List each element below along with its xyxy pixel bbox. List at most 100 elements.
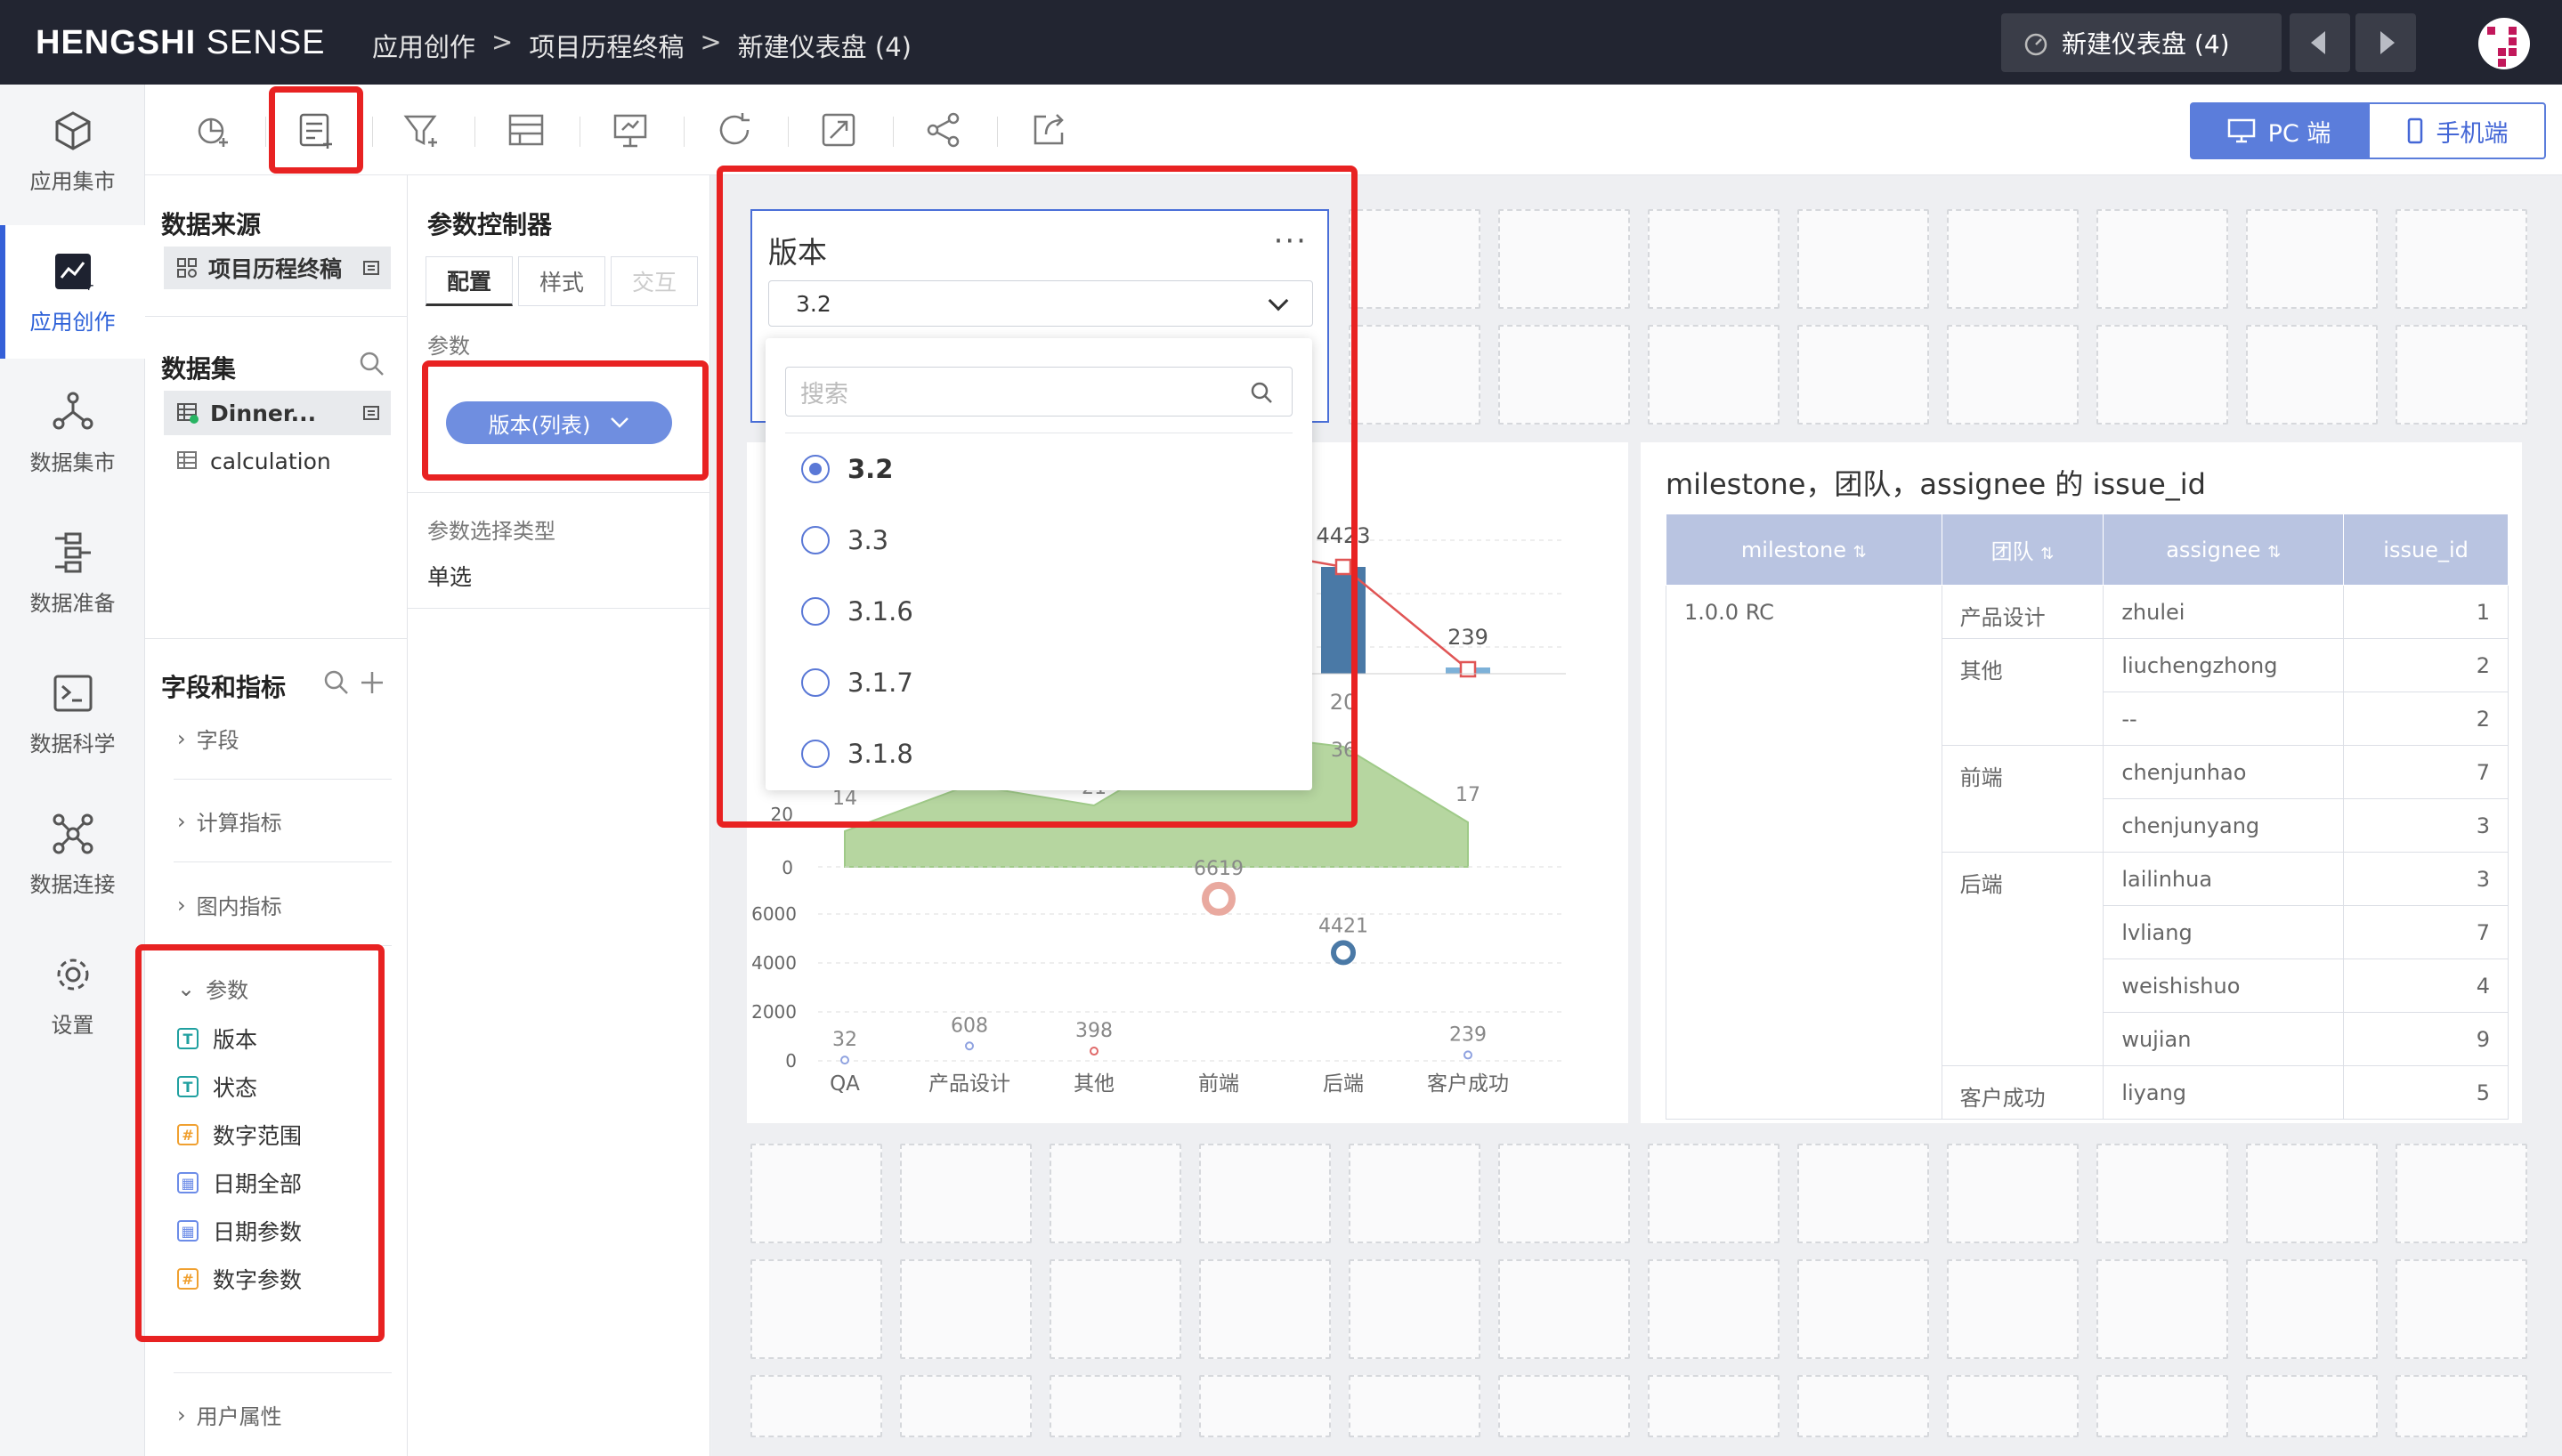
grid-cell	[2246, 209, 2378, 309]
table-title: milestone，团队，assignee 的 issue_id	[1666, 467, 2206, 501]
nav-data-prep[interactable]: 数据准备	[0, 506, 145, 640]
grid-cell	[1498, 325, 1630, 425]
svg-text:+: +	[83, 277, 94, 294]
mobile-view-button[interactable]: 手机端	[2368, 102, 2546, 159]
grid-cell	[1050, 1259, 1181, 1359]
next-dashboard-button[interactable]	[2355, 13, 2416, 72]
col-header-assignee[interactable]: assignee ⇅	[2103, 514, 2345, 586]
cell-team: 客户成功	[1941, 1065, 2104, 1120]
y-tick-label: 4000	[751, 952, 797, 974]
nav-app-create[interactable]: + 应用创作	[0, 225, 145, 359]
nav-app-market[interactable]: 应用集市	[0, 85, 145, 218]
grid-cell	[2096, 325, 2228, 425]
grid-cell	[1797, 1144, 1929, 1243]
previous-dashboard-button[interactable]	[2290, 13, 2350, 72]
fullscreen-icon[interactable]	[816, 108, 861, 152]
dataset-title: 数据集	[161, 354, 237, 384]
cell-assignee: wujian	[2103, 1012, 2345, 1066]
nav-data-science[interactable]: 数据科学	[0, 647, 145, 781]
flow-icon	[54, 532, 91, 572]
x-tick-label: QA	[830, 1072, 860, 1096]
cell-issue-id: 1	[2343, 585, 2509, 639]
chart-add-icon[interactable]	[191, 108, 236, 152]
filter-add-icon[interactable]	[399, 108, 443, 152]
chevron-right-icon: ›	[177, 1402, 186, 1428]
table-icon	[177, 451, 197, 469]
nav-data-connect[interactable]: 数据连接	[0, 788, 145, 921]
pivot-table-widget[interactable]: milestone，团队，assignee 的 issue_id milesto…	[1641, 442, 2522, 1123]
grid-cell	[2096, 1375, 2228, 1437]
grid-cell	[1648, 1259, 1780, 1359]
pc-view-button[interactable]: PC 端	[2190, 102, 2368, 159]
cell-team: 产品设计	[1941, 585, 2104, 639]
grid-cell	[1797, 1259, 1929, 1359]
presentation-icon[interactable]	[608, 108, 653, 152]
breadcrumb-item[interactable]: 项目历程终稿	[529, 27, 684, 64]
col-header-team[interactable]: 团队 ⇅	[1941, 514, 2104, 586]
breadcrumb-item: 新建仪表盘 (4)	[737, 32, 912, 62]
dashboard-selector-button[interactable]: 新建仪表盘 (4)	[2001, 13, 2282, 72]
grid-cell	[2246, 325, 2378, 425]
data-label: 17	[1455, 784, 1480, 806]
fold-fields[interactable]: › 字段	[177, 723, 239, 754]
grid-cell	[900, 1259, 1032, 1359]
sort-icon: ⇅	[2040, 545, 2055, 563]
breadcrumb-item[interactable]: 应用创作	[372, 27, 475, 64]
search-icon[interactable]	[322, 668, 351, 697]
fold-calc-metrics[interactable]: › 计算指标	[177, 805, 282, 837]
dataset-item[interactable]: calculation	[164, 439, 391, 483]
x-tick-label: 前端	[1198, 1072, 1239, 1096]
export-icon[interactable]	[1026, 108, 1071, 152]
data-label: 398	[1075, 1020, 1113, 1042]
grid-cell	[900, 1375, 1032, 1437]
fields-title: 字段和指标	[161, 673, 287, 702]
tab-style[interactable]: 样式	[518, 256, 605, 306]
fold-user-attributes[interactable]: › 用户属性	[177, 1399, 282, 1430]
logo: HENGSHI SENSE	[36, 24, 326, 61]
cell-assignee: --	[2103, 692, 2345, 746]
scatter-point	[1331, 940, 1356, 966]
col-header-milestone[interactable]: milestone ⇅	[1666, 514, 1942, 586]
breadcrumb: 应用创作 > 项目历程终稿 > 新建仪表盘 (4)	[372, 27, 912, 64]
share-icon[interactable]	[921, 108, 966, 152]
dataset-item[interactable]: Dinner...	[164, 391, 391, 435]
line-marker	[1459, 660, 1477, 678]
cell-assignee: chenjunyang	[2103, 798, 2345, 853]
user-avatar[interactable]	[2478, 18, 2530, 69]
app-grid-icon	[177, 258, 197, 278]
grid-cell	[1199, 1259, 1331, 1359]
data-label: 239	[1447, 625, 1488, 650]
refresh-icon[interactable]	[712, 108, 757, 152]
grid-cell	[1648, 209, 1780, 309]
fold-chart-metrics[interactable]: › 图内指标	[177, 889, 282, 920]
tab-interaction: 交互	[611, 256, 698, 306]
pivot-table: milestone ⇅ 团队 ⇅ assignee ⇅ issue_id 1.0…	[1666, 514, 2509, 1120]
grid-cell	[750, 1144, 882, 1243]
grid-cell	[2246, 1144, 2378, 1243]
add-icon[interactable]	[359, 669, 385, 696]
col-header-issue-id[interactable]: issue_id	[2343, 514, 2509, 586]
grid-cell	[1050, 1144, 1181, 1243]
grid-cell	[1947, 1259, 2079, 1359]
select-type-value[interactable]: 单选	[427, 560, 472, 592]
switch-icon[interactable]	[362, 403, 382, 423]
source-item[interactable]: 项目历程终稿	[164, 247, 391, 289]
cell-issue-id: 7	[2343, 745, 2509, 799]
search-icon[interactable]	[358, 350, 386, 378]
grid-cell	[1648, 1144, 1780, 1243]
controller-title: 参数控制器	[427, 210, 553, 239]
switch-icon[interactable]	[362, 258, 382, 278]
grid-cell	[2096, 1144, 2228, 1243]
cell-milestone: 1.0.0 RC	[1666, 585, 1942, 1120]
chart-edit-icon: +	[54, 253, 94, 294]
grid-cell	[1349, 209, 1480, 309]
grid-cell	[1797, 1375, 1929, 1437]
layout-icon[interactable]	[504, 108, 548, 152]
tab-config[interactable]: 配置	[426, 256, 513, 306]
nav-data-market[interactable]: 数据集市	[0, 366, 145, 499]
scatter-point	[1090, 1047, 1099, 1056]
grid-cell	[1199, 1144, 1331, 1243]
cell-assignee: weishishuo	[2103, 959, 2345, 1013]
x-tick-label: 其他	[1074, 1072, 1115, 1096]
nav-settings[interactable]: 设置	[0, 928, 145, 1062]
